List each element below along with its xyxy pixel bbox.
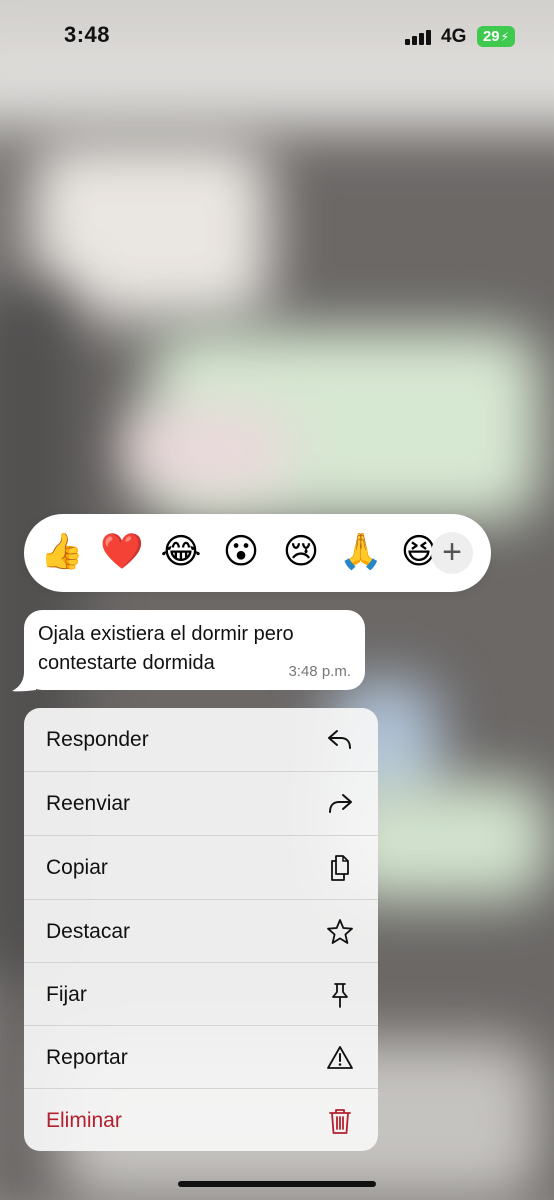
reply-icon (328, 730, 351, 749)
menu-item-destacar[interactable]: Destacar (24, 900, 378, 963)
menu-item-label: Copiar (46, 855, 108, 879)
pin-icon (332, 983, 348, 1008)
message-context-menu: Responder Reenviar Copiar Destacar Fijar (24, 708, 378, 1151)
battery-icon: 29 ⚡ (477, 26, 515, 47)
home-indicator[interactable] (178, 1181, 376, 1187)
menu-item-label: Eliminar (46, 1108, 122, 1132)
reaction-crying[interactable]: 😢 (279, 532, 323, 572)
message-bubble[interactable]: Ojala existiera el dormir pero contestar… (12, 610, 365, 692)
reaction-laughing[interactable]: 😂 (159, 532, 203, 572)
reaction-surprised[interactable]: 😮 (219, 532, 263, 572)
message-timestamp: 3:48 p.m. (288, 663, 351, 680)
forward-icon (329, 794, 352, 813)
menu-item-eliminar[interactable]: Eliminar (24, 1089, 378, 1151)
menu-item-label: Fijar (46, 982, 87, 1006)
trash-icon (329, 1109, 351, 1134)
more-reactions-button[interactable]: + (431, 532, 473, 574)
menu-item-label: Responder (46, 727, 149, 751)
menu-item-label: Destacar (46, 919, 131, 943)
menu-item-copiar[interactable]: Copiar (24, 836, 378, 899)
battery-level: 29 (482, 28, 500, 45)
status-time: 3:48 (64, 22, 111, 47)
reaction-thumbs-up[interactable]: 👍 (40, 532, 84, 572)
menu-item-label: Reportar (46, 1045, 128, 1069)
network-type: 4G (441, 26, 467, 47)
cellular-signal-icon (405, 29, 433, 45)
copy-icon (331, 855, 349, 881)
menu-item-responder[interactable]: Responder (24, 708, 378, 771)
bubble-tail (12, 672, 36, 692)
reaction-bar: 👍 ❤️ 😂 😮 😢 🙏 😆 + (24, 514, 491, 592)
reaction-praying-hands[interactable]: 🙏 (339, 532, 383, 572)
status-bar: 3:48 4G 29 ⚡ (0, 0, 554, 70)
menu-item-reportar[interactable]: Reportar (24, 1026, 378, 1089)
menu-item-fijar[interactable]: Fijar (24, 963, 378, 1026)
warning-icon (327, 1046, 353, 1069)
menu-item-label: Reenviar (46, 791, 131, 815)
menu-item-reenviar[interactable]: Reenviar (24, 772, 378, 835)
star-icon (327, 919, 353, 944)
reaction-heart[interactable]: ❤️ (100, 532, 144, 572)
